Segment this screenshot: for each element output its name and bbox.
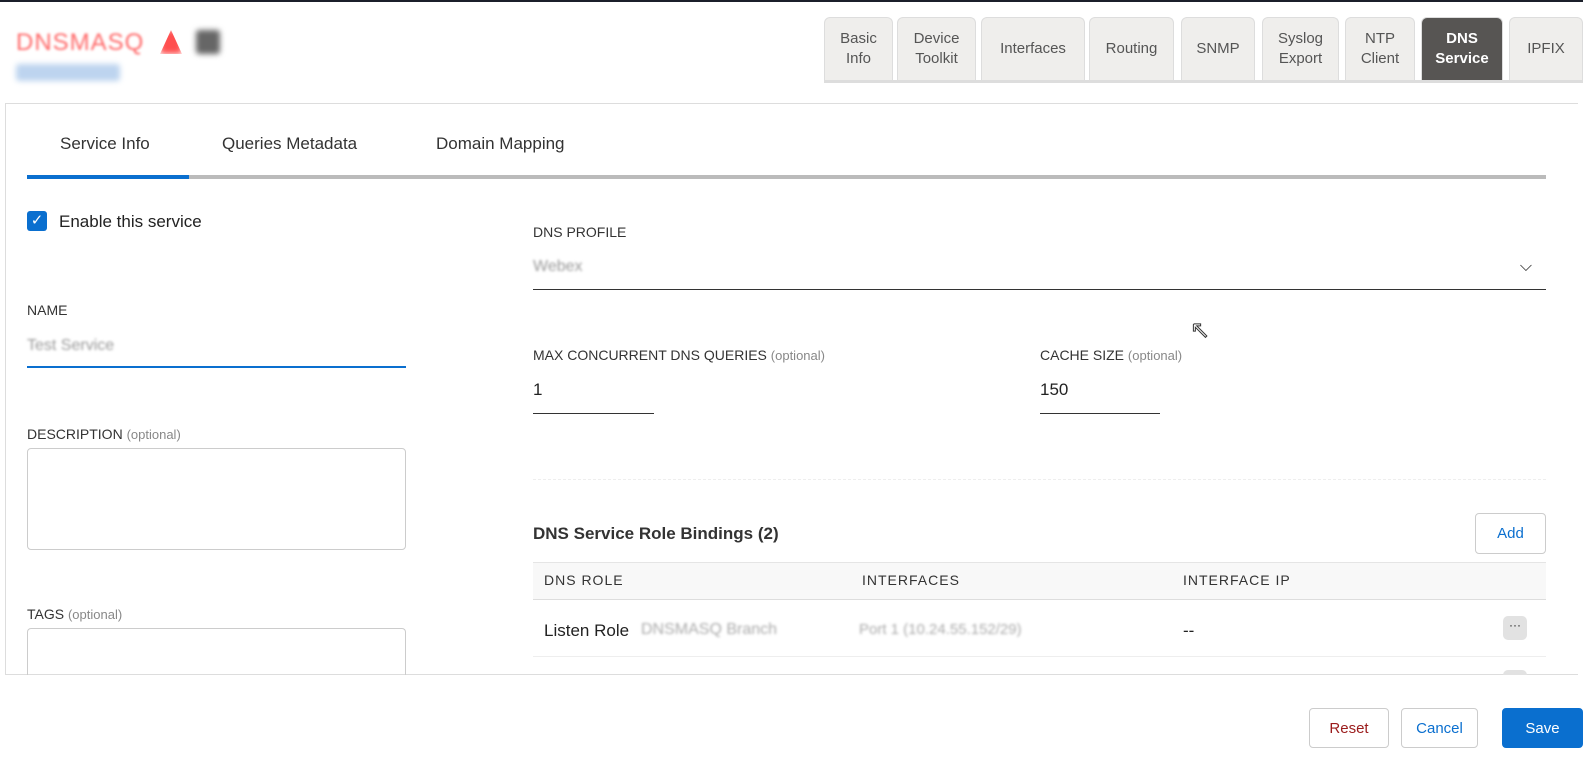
col-interfaces: INTERFACES [862,572,960,588]
dns-profile-label: DNS PROFILE [533,224,627,240]
tab-queries-metadata[interactable]: Queries Metadata [222,134,357,154]
dns-profile-value: Webex [533,258,583,275]
description-label: DESCRIPTION [27,426,123,442]
description-textarea[interactable] [27,448,406,550]
col-dns-role: DNS ROLE [544,572,624,588]
name-label: NAME [27,302,68,318]
device-tab-snmp[interactable]: SNMP [1181,17,1255,80]
interface-cell: Port 1 (10.24.55.152/29) [859,621,1022,638]
status-icon [196,30,220,54]
tab-domain-mapping[interactable]: Domain Mapping [436,134,565,154]
col-interface-ip: INTERFACE IP [1183,572,1291,588]
chevron-down-icon: ⌵ [1519,258,1532,275]
row-menu-icon[interactable] [1503,670,1527,675]
enable-label: Enable this service [59,212,202,231]
warning-icon [160,30,182,54]
reset-button[interactable]: Reset [1309,708,1389,748]
optional-hint: (optional) [67,607,123,622]
tags-input[interactable] [27,628,406,675]
bindings-title: DNS Service Role Bindings (2) [533,524,779,543]
tab-service-info[interactable]: Service Info [60,134,150,154]
max-queries-label: MAX CONCURRENT DNS QUERIES [533,347,767,363]
tabs-underline [824,80,1583,83]
table-row: Listen Role DNSMASQ Branch Port 1 (10.24… [533,600,1546,657]
mouse-cursor-icon: ↖ [1189,317,1211,345]
window-top-border [0,0,1583,2]
active-subtab-indicator [27,175,189,179]
cancel-button[interactable]: Cancel [1401,708,1478,748]
device-tab-basic-info[interactable]: Basic Info [824,17,893,80]
section-divider [533,479,1546,480]
add-binding-button[interactable]: Add [1475,513,1546,554]
name-input[interactable]: Test Service [27,337,114,355]
max-queries-input[interactable]: 1 [533,380,654,414]
device-tab-dns-service[interactable]: DNS Service [1421,17,1503,80]
device-tab-ipfix[interactable]: IPFIX [1509,17,1583,80]
device-tab-syslog-export[interactable]: Syslog Export [1262,17,1339,80]
row-menu-icon[interactable]: ··· [1503,616,1527,640]
ip-cell: -- [1183,621,1195,640]
enable-checkbox[interactable]: ✓ [27,211,47,231]
device-tab-device-toolkit[interactable]: Device Toolkit [897,17,976,80]
device-tab-interfaces[interactable]: Interfaces [981,17,1085,80]
table-header [533,562,1546,600]
device-name: DNSMASQ [16,29,145,56]
device-tab-routing[interactable]: Routing [1089,17,1174,80]
optional-hint: (optional) [770,348,825,363]
save-button[interactable]: Save [1502,708,1583,748]
dns-profile-select[interactable]: Webex ⌵ [533,252,1546,290]
device-subtitle [16,64,120,81]
role-cell: Listen Role [544,621,630,640]
tags-label: TAGS [27,606,65,622]
optional-hint: (optional) [126,427,181,442]
cache-size-input[interactable]: 150 [1040,380,1160,414]
role-name-blurred: DNSMASQ Branch [641,621,778,638]
optional-hint: (optional) [1127,348,1183,363]
subtabs-track [27,175,1546,179]
cache-size-label: CACHE SIZE [1040,347,1125,363]
name-underline [27,366,406,368]
device-tab-ntp-client[interactable]: NTP Client [1345,17,1415,80]
